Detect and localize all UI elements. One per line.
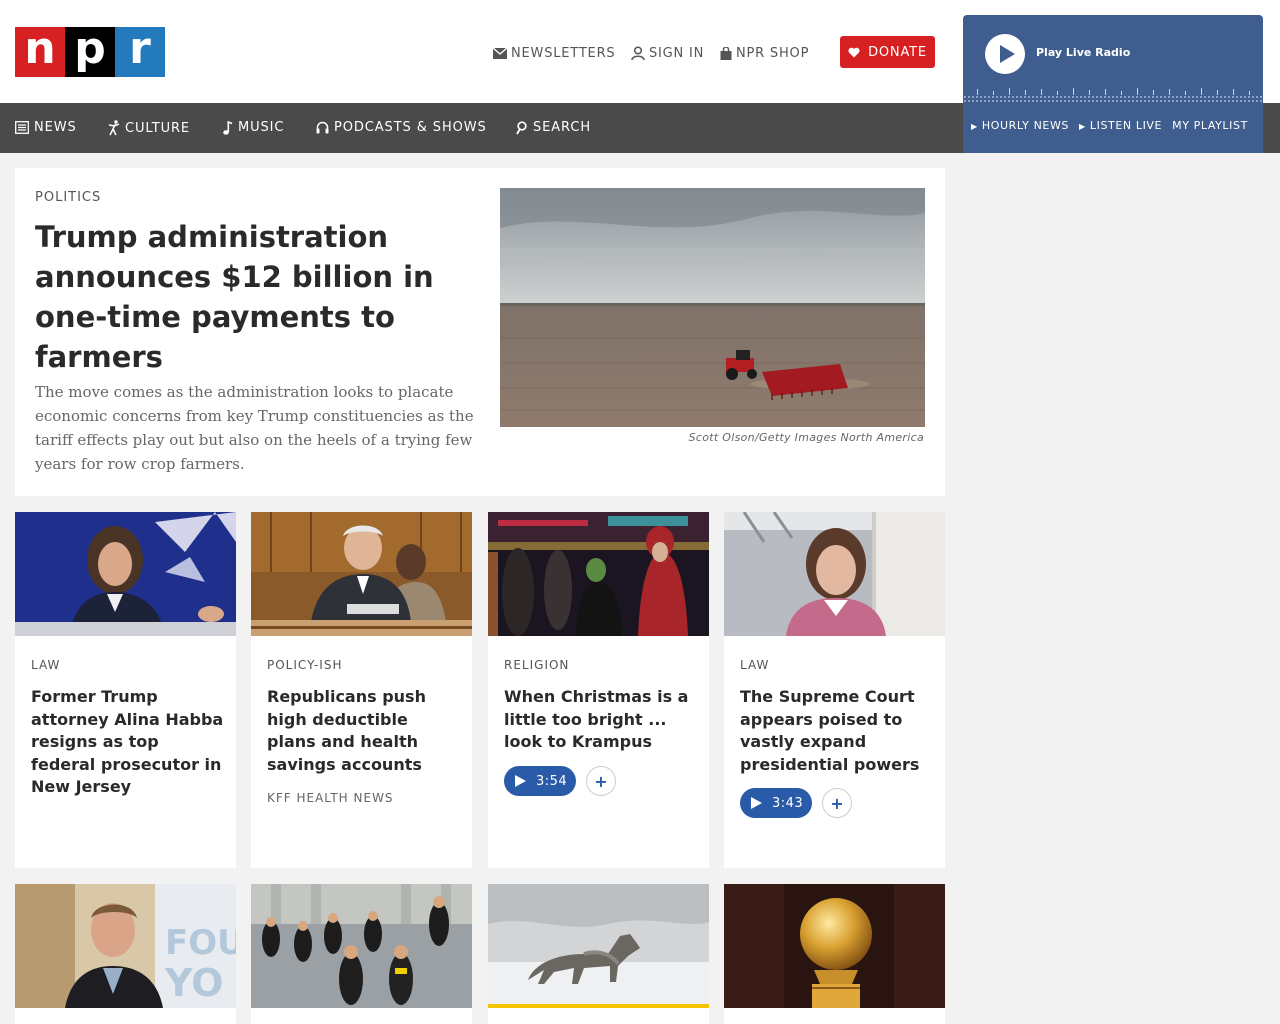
radio-links: ▶ HOURLY NEWS ▶ LISTEN LIVE MY PLAYLIST xyxy=(971,119,1248,132)
story-thumbnail[interactable] xyxy=(488,512,709,636)
npr-shop-link[interactable]: NPR SHOP xyxy=(720,44,809,62)
photo-credit: Scott Olson/Getty Images North America xyxy=(688,431,924,444)
story-card: LAW The Supreme Court appears poised to … xyxy=(724,512,945,868)
story-thumbnail[interactable] xyxy=(724,512,945,636)
photo-golden-globe-image xyxy=(724,884,945,1008)
story-thumbnail[interactable] xyxy=(15,512,236,636)
sign-in-link[interactable]: SIGN IN xyxy=(631,44,704,62)
play-live-radio-button[interactable] xyxy=(985,34,1025,74)
logo-letter-r: r xyxy=(115,27,165,77)
logo-letter-n: n xyxy=(15,27,65,77)
listen-live-link[interactable]: ▶ LISTEN LIVE xyxy=(1079,119,1162,132)
story-headline[interactable]: Trump administration announces $12 billi… xyxy=(35,217,455,377)
story-slug[interactable]: LAW xyxy=(740,658,769,672)
logo-letter-p: p xyxy=(65,27,115,77)
user-icon xyxy=(631,46,645,60)
nav-item-culture[interactable]: CULTURE xyxy=(108,120,190,136)
story-teaser: The move comes as the administration loo… xyxy=(35,383,474,473)
caret-right-icon: ▶ xyxy=(971,122,978,131)
story-title[interactable]: Former Trump attorney Alina Habba resign… xyxy=(31,686,226,799)
story-card xyxy=(724,884,945,1024)
featured-story: POLITICS Trump administration announces … xyxy=(15,168,945,496)
story-image[interactable] xyxy=(500,188,925,427)
story-thumbnail[interactable] xyxy=(724,884,945,1008)
audio-controls: 3:43 + xyxy=(740,788,852,818)
play-icon xyxy=(751,797,762,809)
photo-man-stage-image: FOU YO xyxy=(15,884,236,1008)
audio-duration: 3:54 xyxy=(536,773,568,789)
npr-logo[interactable]: n p r xyxy=(15,27,165,77)
culture-icon xyxy=(108,120,120,136)
story-title[interactable]: When Christmas is a little too bright ..… xyxy=(504,686,699,754)
nav-item-search[interactable]: SEARCH xyxy=(516,120,591,135)
heart-icon xyxy=(848,47,860,57)
photo-krampus-image xyxy=(488,512,709,636)
story-slug[interactable]: RELIGION xyxy=(504,658,569,672)
nav-item-music[interactable]: MUSIC xyxy=(223,120,284,135)
story-slug[interactable]: POLICY-ISH xyxy=(267,658,343,672)
nav-label-news: NEWS xyxy=(34,120,77,135)
story-slug[interactable]: LAW xyxy=(31,658,60,672)
play-audio-button[interactable]: 3:43 xyxy=(740,788,812,818)
search-icon xyxy=(516,120,527,134)
my-playlist-link[interactable]: MY PLAYLIST xyxy=(1172,119,1248,132)
svg-text:YO: YO xyxy=(164,961,223,1005)
newsletters-label: NEWSLETTERS xyxy=(511,45,616,61)
story-slug[interactable]: POLITICS xyxy=(35,190,101,205)
photo-senate-hearing-image xyxy=(251,512,472,636)
photo-protest-image xyxy=(251,884,472,1008)
play-icon xyxy=(515,775,526,787)
donate-label: DONATE xyxy=(868,44,927,60)
farm-field-image xyxy=(500,188,925,427)
story-thumbnail[interactable]: FOU YO xyxy=(15,884,236,1008)
nav-item-news[interactable]: NEWS xyxy=(15,120,77,135)
photo-justice-image xyxy=(724,512,945,636)
main-nav: NEWS CULTURE MUSIC PODCASTS & SHOWS SEAR… xyxy=(0,103,963,153)
nav-label-music: MUSIC xyxy=(238,120,285,135)
play-audio-button[interactable]: 3:54 xyxy=(504,766,576,796)
add-to-playlist-button[interactable]: + xyxy=(822,788,852,818)
nav-item-podcasts[interactable]: PODCASTS & SHOWS xyxy=(316,120,487,135)
story-thumbnail[interactable] xyxy=(251,884,472,1008)
story-card: LAW Former Trump attorney Alina Habba re… xyxy=(15,512,236,868)
nav-edge xyxy=(1263,103,1280,153)
story-thumbnail[interactable] xyxy=(251,512,472,636)
story-source[interactable]: KFF HEALTH NEWS xyxy=(267,791,394,805)
audio-controls: 3:54 + xyxy=(504,766,616,796)
story-thumbnail[interactable] xyxy=(488,884,709,1008)
hourly-news-link[interactable]: ▶ HOURLY NEWS xyxy=(971,119,1069,132)
audio-waveform-icon xyxy=(963,88,1263,103)
caret-right-icon: ▶ xyxy=(1079,122,1086,131)
play-live-radio-label[interactable]: Play Live Radio xyxy=(1036,46,1130,59)
add-to-playlist-button[interactable]: + xyxy=(586,766,616,796)
headphones-icon xyxy=(316,121,329,134)
donate-button[interactable]: DONATE xyxy=(840,36,935,68)
live-radio-panel: Play Live Radio ▶ HOURLY NEWS ▶ LISTEN L… xyxy=(963,15,1263,153)
sign-in-label: SIGN IN xyxy=(649,45,705,61)
story-card: RELIGION When Christmas is a little too … xyxy=(488,512,709,868)
newsletters-link[interactable]: NEWSLETTERS xyxy=(493,44,615,62)
audio-duration: 3:43 xyxy=(772,795,804,811)
story-card xyxy=(251,884,472,1024)
news-icon xyxy=(15,121,29,134)
music-note-icon xyxy=(223,120,233,135)
story-card: POLICY-ISH Republicans push high deducti… xyxy=(251,512,472,868)
svg-text:FOU: FOU xyxy=(165,923,236,963)
story-title[interactable]: The Supreme Court appears poised to vast… xyxy=(740,686,935,776)
nav-label-search: SEARCH xyxy=(533,120,591,135)
nav-label-podcasts: PODCASTS & SHOWS xyxy=(334,120,487,135)
npr-shop-label: NPR SHOP xyxy=(736,45,810,61)
story-title[interactable]: Republicans push high deductible plans a… xyxy=(267,686,462,776)
shopping-bag-icon xyxy=(720,46,732,60)
envelope-icon xyxy=(493,47,507,59)
photo-wolf-image xyxy=(488,884,709,1008)
nav-label-culture: CULTURE xyxy=(125,120,191,136)
photo-speaker-image xyxy=(15,512,236,636)
story-card xyxy=(488,884,709,1024)
story-card: FOU YO xyxy=(15,884,236,1024)
